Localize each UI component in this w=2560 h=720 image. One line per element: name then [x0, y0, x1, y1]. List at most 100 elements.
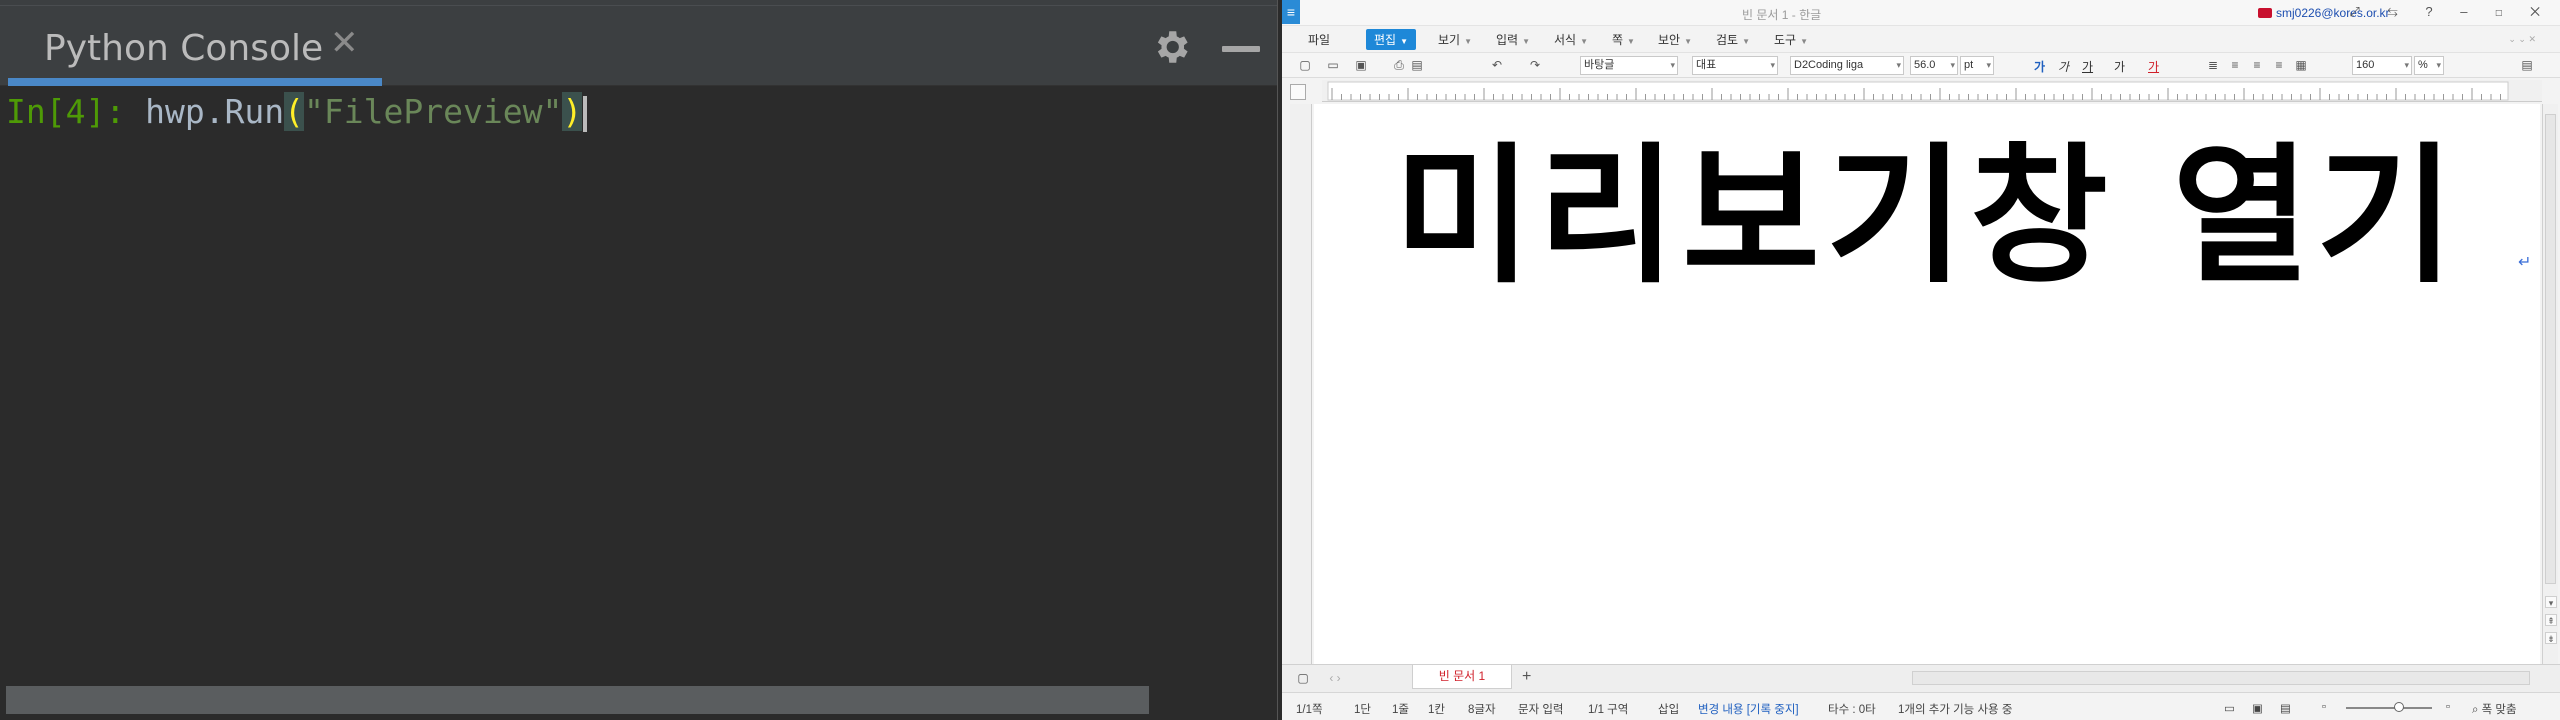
- tab-python-console[interactable]: Python Console ✕: [8, 6, 382, 86]
- formatting-toolbar: ▢ ▭ ▣ ⎙ ▤ ↶ ↷ 바탕글 대표 D2Coding liga 56.0 …: [1282, 52, 2560, 78]
- status-addons[interactable]: 1개의 추가 기능 사용 중: [1898, 701, 2012, 717]
- language-select[interactable]: 대표: [1692, 56, 1778, 75]
- chevron-down-icon: ▼: [1800, 37, 1809, 46]
- font-size-unit[interactable]: pt: [1960, 56, 1994, 75]
- text-caret: [583, 95, 588, 132]
- preview-icon[interactable]: ▤: [1410, 58, 1424, 72]
- print-icon[interactable]: ⎙: [1392, 58, 1406, 72]
- undo-icon[interactable]: ↶: [1490, 58, 1504, 72]
- horizontal-ruler[interactable]: [1322, 80, 2542, 102]
- horizontal-scrollbar[interactable]: [6, 686, 1149, 714]
- view-outline-icon[interactable]: ▤: [2280, 701, 2291, 715]
- chevron-down-icon: ▼: [1627, 37, 1635, 46]
- vertical-ruler[interactable]: [1290, 104, 1312, 664]
- status-insert[interactable]: 삽입: [1658, 701, 1679, 717]
- status-line: 1줄: [1392, 704, 1409, 716]
- view-normal-icon[interactable]: ▭: [2224, 701, 2235, 715]
- zoom-slider[interactable]: [2346, 707, 2432, 709]
- add-tab-icon[interactable]: +: [1522, 668, 1531, 686]
- chevron-down-icon: ▼: [1580, 37, 1589, 46]
- chevron-down-icon: ▼: [1400, 37, 1409, 46]
- menu-tools[interactable]: 도구 ▼: [1774, 31, 1808, 48]
- ruler-corner[interactable]: [1290, 84, 1306, 100]
- scroll-thumb[interactable]: [2545, 114, 2556, 584]
- search-icon: ⌕: [2472, 704, 2482, 716]
- line-spacing-unit[interactable]: %: [2414, 56, 2444, 75]
- tab-title: Python Console: [44, 28, 324, 69]
- status-column: 1단: [1354, 704, 1371, 716]
- save-icon[interactable]: ▣: [1354, 58, 1368, 72]
- menu-format-label: 서식: [1554, 33, 1577, 47]
- window-title: 빈 문서 1 - 한글: [1742, 8, 1822, 22]
- menu-review[interactable]: 검토 ▼: [1716, 31, 1750, 48]
- hwp-logo-icon[interactable]: ≡: [1282, 0, 1300, 24]
- menu-page[interactable]: 쪽 ▼: [1612, 31, 1635, 48]
- console-input-line[interactable]: In[4]: hwp.Run("FilePreview"): [6, 88, 588, 136]
- gear-icon[interactable]: [1150, 26, 1192, 68]
- document-text[interactable]: 미리보기창 열기: [1394, 132, 2460, 302]
- redo-icon[interactable]: ↷: [1528, 58, 1542, 72]
- zoom-out-icon[interactable]: ▫: [2322, 701, 2326, 713]
- minimize-icon[interactable]: [1222, 46, 1260, 52]
- align-center-icon[interactable]: ≡: [2250, 58, 2264, 72]
- page-up-icon[interactable]: ⇞: [2545, 614, 2557, 626]
- menu-insert[interactable]: 입력 ▼: [1496, 31, 1530, 48]
- active-tab-indicator: [8, 78, 382, 86]
- document-page[interactable]: 미리보기창 열기 ↵: [1314, 104, 2540, 664]
- paragraph-settings-icon[interactable]: ▤: [2520, 58, 2534, 72]
- paragraph-mark-icon: ↵: [2518, 254, 2532, 271]
- zoom-slider-knob[interactable]: [2394, 702, 2404, 712]
- menu-view-label: 보기: [1438, 33, 1461, 47]
- status-cell: 1칸: [1428, 704, 1445, 716]
- view-web-icon[interactable]: ▣: [2252, 701, 2263, 715]
- font-color-button[interactable]: 가: [2148, 58, 2159, 75]
- strikethrough-button[interactable]: 가: [2114, 58, 2125, 75]
- string-argument: "FilePreview": [304, 92, 563, 131]
- chevron-down-icon: ▼: [1464, 37, 1473, 46]
- style-select[interactable]: 바탕글: [1580, 56, 1678, 75]
- align-justify-icon[interactable]: ≣: [2206, 58, 2220, 72]
- menu-format[interactable]: 서식 ▼: [1554, 31, 1588, 48]
- window-controls[interactable]: ⤢ ⇆ ? – ◻ ✕: [2349, 4, 2552, 20]
- close-icon[interactable]: ✕: [330, 26, 359, 60]
- console-tab-bar: Python Console ✕: [0, 6, 1277, 86]
- menu-security[interactable]: 보안 ▼: [1658, 31, 1692, 48]
- bold-button[interactable]: 가: [2034, 58, 2045, 75]
- tab-list-icon[interactable]: ▢: [1296, 671, 1310, 685]
- page-down-icon[interactable]: ⇟: [2545, 632, 2557, 644]
- align-right-icon[interactable]: ≡: [2272, 58, 2286, 72]
- status-page[interactable]: 1/1쪽: [1296, 701, 1323, 717]
- chevron-down-icon: ▼: [1684, 37, 1693, 46]
- line-spacing-input[interactable]: 160: [2352, 56, 2412, 75]
- font-size-input[interactable]: 56.0: [1910, 56, 1958, 75]
- tab-nav-icon[interactable]: ‹ ›: [1328, 671, 1342, 685]
- status-chars: 8글자: [1468, 704, 1496, 716]
- status-input-mode[interactable]: 문자 입력: [1518, 701, 1564, 717]
- status-track-changes[interactable]: 변경 내용 [기록 중지]: [1698, 701, 1799, 717]
- close-paren: ): [562, 92, 583, 131]
- menu-insert-label: 입력: [1496, 33, 1519, 47]
- fit-width-button[interactable]: ⌕ 폭 맞춤: [2472, 701, 2517, 717]
- underline-button[interactable]: 가: [2082, 58, 2093, 75]
- menu-tools-label: 도구: [1774, 33, 1797, 47]
- fit-width-label: 폭 맞춤: [2481, 704, 2517, 716]
- scroll-down-icon[interactable]: ▾: [2545, 596, 2557, 608]
- vertical-scrollbar[interactable]: ▾ ⇞ ⇟: [2542, 104, 2558, 664]
- menu-file[interactable]: 파일: [1308, 31, 1330, 48]
- menu-view[interactable]: 보기 ▼: [1438, 31, 1472, 48]
- menu-edit[interactable]: 편집 ▼: [1366, 29, 1417, 50]
- font-select[interactable]: D2Coding liga: [1790, 56, 1904, 75]
- status-section: 1/1 구역: [1588, 704, 1629, 716]
- italic-button[interactable]: 가: [2058, 58, 2069, 75]
- title-bar: ≡ 빈 문서 1 - 한글 smj0226@kores.or.kr ⤢ ⇆ ? …: [1282, 0, 2560, 26]
- distribute-icon[interactable]: ▦: [2294, 58, 2308, 72]
- new-document-icon[interactable]: ▢: [1298, 58, 1312, 72]
- horizontal-scrollbar[interactable]: [1912, 671, 2530, 685]
- tab-document[interactable]: 빈 문서 1: [1412, 665, 1512, 689]
- ribbon-collapse-icon[interactable]: ⌄ ⌄ ✕: [2508, 34, 2536, 45]
- status-strokes: 타수 : 0타: [1828, 704, 1876, 716]
- zoom-in-icon[interactable]: ▫: [2446, 701, 2450, 713]
- open-folder-icon[interactable]: ▭: [1326, 58, 1340, 72]
- align-left-icon[interactable]: ≡: [2228, 58, 2242, 72]
- menu-review-label: 검토: [1716, 33, 1739, 47]
